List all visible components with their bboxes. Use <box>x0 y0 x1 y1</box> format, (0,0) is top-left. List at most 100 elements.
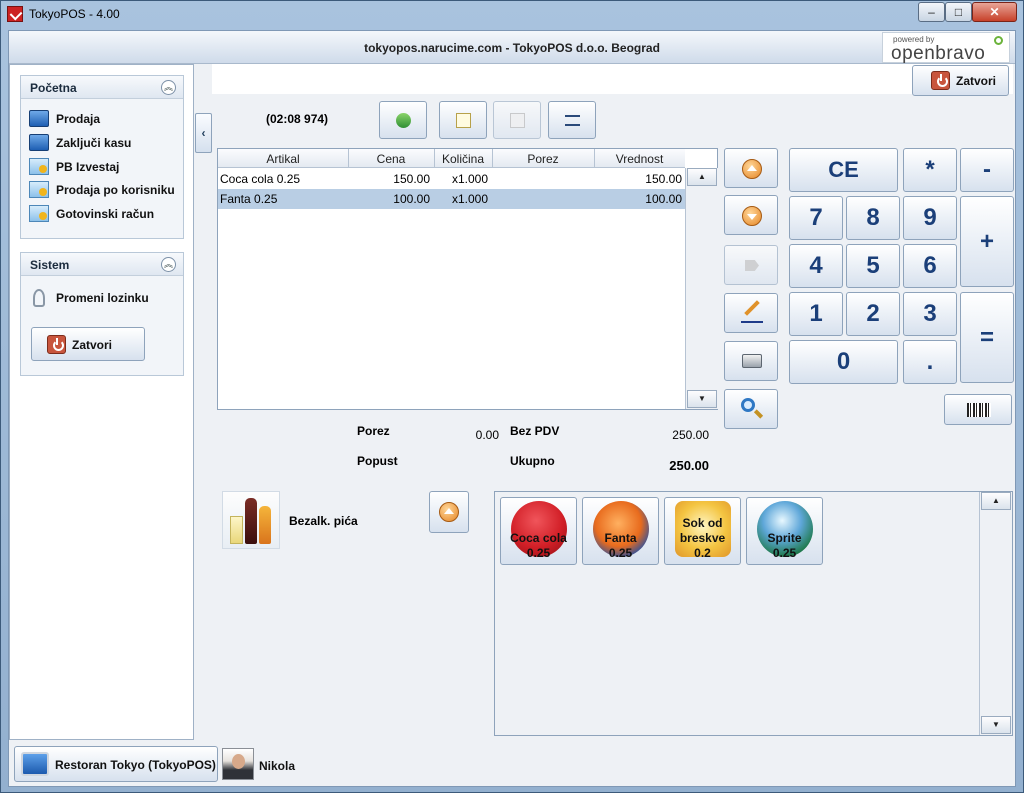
power-icon <box>47 335 66 354</box>
user-name: Nikola <box>259 759 296 773</box>
product-size: 0.2 <box>694 546 711 560</box>
sidebar: Početna ︽ Prodaja Zaključi kasu PB Izves… <box>9 64 194 740</box>
cell-vrednost: 150.00 <box>645 172 682 186</box>
product-sprite[interactable]: Sprite 0.25 <box>746 497 823 565</box>
printer-icon <box>742 354 762 368</box>
sidebar-close-button[interactable]: Zatvori <box>31 327 145 361</box>
cell-artikal: Coca cola 0.25 <box>220 172 301 186</box>
location-label: Restoran Tokyo (TokyoPOS) <box>55 758 216 772</box>
client-area: tokyopos.narucime.com - TokyoPOS d.o.o. … <box>8 30 1016 787</box>
scroll-down-arrow-icon[interactable]: ▼ <box>981 716 1011 734</box>
status-bar: Restoran Tokyo (TokyoPOS) Nikola <box>9 741 1015 786</box>
key-3[interactable]: 3 <box>903 292 957 336</box>
key-dot[interactable]: . <box>903 340 957 384</box>
scroll-up-arrow-icon[interactable]: ▲ <box>981 492 1011 510</box>
avatar <box>222 748 254 780</box>
print-button[interactable] <box>724 341 778 381</box>
close-window-button[interactable]: ✕ <box>972 2 1017 22</box>
key-7[interactable]: 7 <box>789 196 843 240</box>
ticket-list-button[interactable] <box>548 101 596 139</box>
key-2[interactable]: 2 <box>846 292 900 336</box>
glass-decor <box>230 516 243 544</box>
barcode-button[interactable] <box>944 394 1012 425</box>
move-down-button[interactable] <box>724 195 778 235</box>
panel-sistem-header[interactable]: Sistem ︽ <box>21 253 183 276</box>
tag-icon <box>745 260 759 271</box>
collapse-sidebar-button[interactable]: ‹ <box>195 113 212 153</box>
table-row[interactable]: Coca cola 0.25 150.00 x1.000 150.00 <box>218 169 685 189</box>
key-multiply[interactable]: * <box>903 148 957 192</box>
category-label: Bezalk. pića <box>289 514 358 528</box>
customer-button[interactable] <box>379 101 427 139</box>
product-size: 0.25 <box>526 546 551 560</box>
sidebar-item-label: Zaključi kasu <box>56 136 132 150</box>
key-6[interactable]: 6 <box>903 244 957 288</box>
key-5[interactable]: 5 <box>846 244 900 288</box>
key-minus[interactable]: - <box>960 148 1014 192</box>
col-cena: Cena <box>376 152 406 166</box>
main-close-label: Zatvori <box>956 74 997 88</box>
monitor-icon <box>29 134 49 151</box>
category-up-button[interactable] <box>429 491 469 533</box>
product-scrollbar[interactable]: ▲ ▼ <box>979 492 1012 735</box>
category-image[interactable] <box>222 491 280 549</box>
new-ticket-button[interactable] <box>439 101 487 139</box>
move-up-button[interactable] <box>724 148 778 188</box>
key-0[interactable]: 0 <box>789 340 898 384</box>
arrow-up-icon <box>439 502 459 522</box>
key-1[interactable]: 1 <box>789 292 843 336</box>
logo-power-icon <box>994 36 1003 45</box>
key-icon <box>33 289 45 307</box>
table-row-selected[interactable]: Fanta 0.25 100.00 x1.000 100.00 <box>218 189 685 209</box>
ticket-header: Artikal Cena Količina Porez Vrednost <box>218 149 685 168</box>
ticket-table: Artikal Cena Količina Porez Vrednost Coc… <box>217 148 718 410</box>
underline-decor <box>741 321 763 323</box>
key-equals[interactable]: = <box>960 292 1014 383</box>
report-icon <box>29 158 49 175</box>
key-4[interactable]: 4 <box>789 244 843 288</box>
monitor-icon <box>21 752 49 776</box>
delete-ticket-icon <box>510 113 525 128</box>
discount-button[interactable] <box>724 245 778 285</box>
main-close-button[interactable]: Zatvori <box>912 65 1009 96</box>
col-vrednost: Vrednost <box>615 152 664 166</box>
cell-artikal: Fanta 0.25 <box>220 192 278 206</box>
search-icon <box>741 398 755 412</box>
minimize-button[interactable]: – <box>918 2 945 22</box>
product-name-line2: breskve <box>679 531 726 545</box>
key-ce[interactable]: CE <box>789 148 898 192</box>
arrow-down-icon <box>742 206 762 226</box>
panel-sistem-title: Sistem <box>30 258 70 272</box>
product-size: 0.25 <box>772 546 797 560</box>
product-sok-od-breskve[interactable]: Sok od breskve 0.2 <box>664 497 741 565</box>
order-id: (02:08 974) <box>266 112 329 126</box>
search-button[interactable] <box>724 389 778 429</box>
app-header: tokyopos.narucime.com - TokyoPOS d.o.o. … <box>9 31 1015 64</box>
ticket-scrollbar[interactable]: ▲ ▼ <box>685 168 718 409</box>
edit-line-button[interactable] <box>724 293 778 333</box>
key-8[interactable]: 8 <box>846 196 900 240</box>
app-window: TokyoPOS - 4.00 – □ ✕ tokyopos.narucime.… <box>0 0 1024 793</box>
monitor-icon <box>29 110 49 127</box>
scroll-down-arrow-icon[interactable]: ▼ <box>687 390 717 408</box>
product-fanta[interactable]: Fanta 0.25 <box>582 497 659 565</box>
cell-cena: 100.00 <box>393 192 430 206</box>
key-9[interactable]: 9 <box>903 196 957 240</box>
location-button[interactable]: Restoran Tokyo (TokyoPOS) <box>14 746 218 782</box>
key-plus[interactable]: + <box>960 196 1014 287</box>
chevron-up-icon[interactable]: ︽ <box>161 80 176 95</box>
chevron-up-icon[interactable]: ︽ <box>161 257 176 272</box>
delete-ticket-button[interactable] <box>493 101 541 139</box>
scroll-up-arrow-icon[interactable]: ▲ <box>687 168 717 186</box>
report-icon <box>29 205 49 222</box>
ukupno-label: Ukupno <box>510 454 555 468</box>
maximize-button[interactable]: □ <box>945 2 972 22</box>
product-name-line1: Sok od <box>682 516 723 530</box>
product-coca-cola[interactable]: Coca cola 0.25 <box>500 497 577 565</box>
cell-cena: 150.00 <box>393 172 430 186</box>
search-handle-decor <box>753 409 764 419</box>
panel-pocetna-header[interactable]: Početna ︽ <box>21 76 183 99</box>
cell-vrednost: 100.00 <box>645 192 682 206</box>
col-kolicina: Količina <box>441 152 485 166</box>
list-icon <box>565 115 580 126</box>
